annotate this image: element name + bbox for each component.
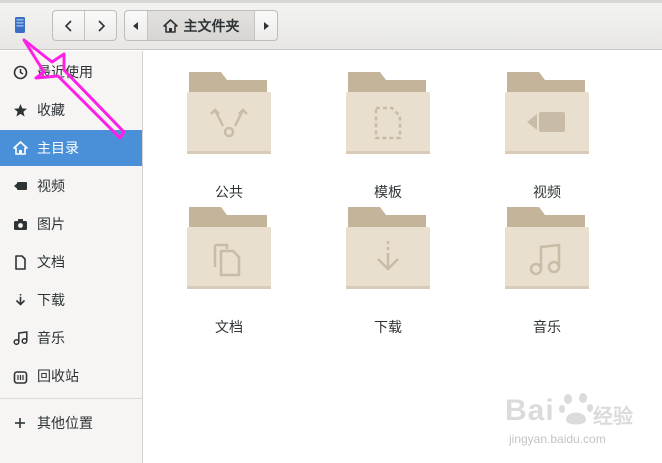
folder-item-documents[interactable]: 文档 bbox=[179, 205, 279, 336]
path-segment-label: 主文件夹 bbox=[183, 18, 240, 35]
home-icon bbox=[162, 18, 178, 33]
path-bar: 主文件夹 bbox=[124, 10, 278, 41]
download-icon bbox=[12, 292, 28, 308]
folder-icon bbox=[187, 207, 271, 289]
path-scroll-left-button[interactable] bbox=[125, 11, 147, 40]
folder-icon bbox=[505, 72, 589, 154]
sidebar-toggle-icon bbox=[15, 17, 25, 33]
folder-icon bbox=[346, 72, 430, 154]
header-bar: 主文件夹 bbox=[0, 0, 662, 50]
folder-name: 公共 bbox=[215, 185, 243, 201]
folder-icon bbox=[346, 207, 430, 289]
path-scroll-right-button[interactable] bbox=[255, 11, 277, 40]
folder-item-downloads[interactable]: 下载 bbox=[338, 205, 438, 336]
sidebar-item-label: 图片 bbox=[37, 217, 65, 233]
folder-name: 文档 bbox=[215, 320, 243, 336]
folder-name: 音乐 bbox=[533, 320, 561, 336]
camera-icon bbox=[12, 216, 28, 232]
sidebar-item-label: 视频 bbox=[37, 179, 65, 195]
sidebar-item-videos[interactable]: 视频 bbox=[0, 168, 142, 204]
sidebar-item-pictures[interactable]: 图片 bbox=[0, 206, 142, 242]
video-icon bbox=[12, 178, 28, 194]
sidebar-item-home[interactable]: 主目录 bbox=[0, 130, 142, 166]
sidebar-item-label: 最近使用 bbox=[37, 65, 93, 81]
sidebar-item-label: 收藏 bbox=[37, 103, 65, 119]
sidebar-item-documents[interactable]: 文档 bbox=[0, 244, 142, 280]
back-button[interactable] bbox=[53, 11, 84, 40]
sidebar-item-label: 文档 bbox=[37, 255, 65, 271]
folder-item-music[interactable]: 音乐 bbox=[497, 205, 597, 336]
sidebar-item-starred[interactable]: 收藏 bbox=[0, 92, 142, 128]
folder-icon bbox=[187, 72, 271, 154]
go-back-icon bbox=[64, 19, 72, 32]
sidebar-item-label: 回收站 bbox=[37, 369, 79, 385]
path-segment-home[interactable]: 主文件夹 bbox=[147, 11, 255, 40]
navigation-buttons bbox=[52, 10, 117, 41]
sidebar-item-other-locations[interactable]: 其他位置 bbox=[0, 405, 142, 441]
go-forward-icon bbox=[97, 19, 105, 32]
file-view: 公共 模板 视频 文档 下载 音乐 bbox=[144, 51, 662, 463]
places-sidebar: 最近使用 收藏 主目录 视频 图片 文档 下载 音乐 回收站 其他位置 bbox=[0, 51, 143, 463]
sidebar-item-label: 下载 bbox=[37, 293, 65, 309]
folder-icon bbox=[505, 207, 589, 289]
document-icon bbox=[12, 254, 28, 270]
folder-item-public[interactable]: 公共 bbox=[179, 70, 279, 201]
window-top-edge bbox=[0, 0, 662, 3]
folder-name: 视频 bbox=[533, 185, 561, 201]
right-triangle-icon bbox=[264, 21, 269, 30]
plus-icon bbox=[12, 415, 28, 431]
recent-clock-icon bbox=[12, 64, 28, 80]
sidebar-item-music[interactable]: 音乐 bbox=[0, 320, 142, 356]
sidebar-item-label: 音乐 bbox=[37, 331, 65, 347]
sidebar-item-downloads[interactable]: 下载 bbox=[0, 282, 142, 318]
sidebar-item-trash[interactable]: 回收站 bbox=[0, 358, 142, 394]
folder-item-templates[interactable]: 模板 bbox=[338, 70, 438, 201]
trash-icon bbox=[12, 368, 28, 384]
home-icon bbox=[12, 140, 28, 156]
folder-item-videos[interactable]: 视频 bbox=[497, 70, 597, 201]
music-icon bbox=[12, 330, 28, 346]
star-icon bbox=[12, 102, 28, 118]
left-triangle-icon bbox=[133, 21, 138, 30]
folder-name: 下载 bbox=[374, 320, 402, 336]
sidebar-item-label: 主目录 bbox=[37, 141, 79, 157]
sidebar-item-label: 其他位置 bbox=[37, 416, 93, 432]
sidebar-item-recent[interactable]: 最近使用 bbox=[0, 54, 142, 90]
forward-button[interactable] bbox=[84, 11, 116, 40]
folder-name: 模板 bbox=[374, 185, 402, 201]
sidebar-separator bbox=[0, 398, 142, 399]
sidebar-toggle-button[interactable] bbox=[9, 14, 31, 36]
